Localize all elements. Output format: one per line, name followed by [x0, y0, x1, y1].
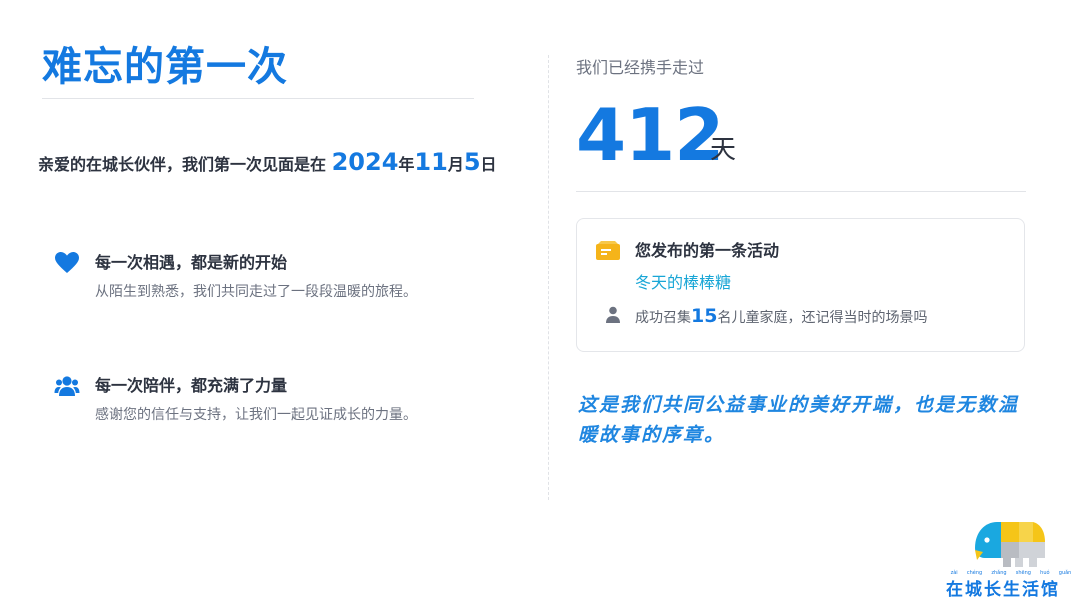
card-title: 您发布的第一条活动 — [635, 241, 780, 260]
closing-message: 这是我们共同公益事业的美好开端，也是无数温暖故事的序章。 — [578, 394, 1020, 446]
logo-text: 在城长生活馆 — [946, 580, 1060, 600]
stat-prefix: 成功召集 — [635, 310, 691, 326]
feature-desc: 感谢您的信任与支持，让我们一起见证成长的力量。 — [95, 407, 417, 423]
together-label: 我们已经携手走过 — [576, 58, 705, 77]
people-icon — [54, 373, 80, 399]
meeting-month: 11 — [414, 148, 448, 176]
feature-desc: 从陌生到熟悉，我们共同走过了一段段温暖的旅程。 — [95, 284, 417, 300]
logo-pinyin: zài chéng zhǎng shēng huó guǎn — [946, 570, 1076, 576]
elephant-logo — [973, 518, 1049, 568]
year-unit: 年 — [398, 155, 415, 174]
first-meeting-prefix: 亲爱的在城长伙伴，我们第一次见面是在 — [38, 155, 327, 174]
stat-suffix: 名儿童家庭，还记得当时的场景吗 — [717, 310, 928, 326]
column-divider — [548, 55, 549, 500]
pinyin-syllable: guǎn — [1058, 570, 1072, 576]
title-divider — [42, 98, 474, 99]
person-icon — [605, 306, 621, 324]
meeting-year: 2024 — [331, 148, 399, 176]
feature-title: 每一次相遇，都是新的开始 — [95, 253, 288, 272]
pinyin-syllable: zhǎng — [991, 570, 1007, 576]
activity-stat: 成功召集15名儿童家庭，还记得当时的场景吗 — [635, 303, 927, 331]
first-meeting-line: 亲爱的在城长伙伴，我们第一次见面是在 2024年11月5日 — [38, 142, 497, 185]
pinyin-syllable: chéng — [966, 570, 983, 576]
stat-count: 15 — [691, 305, 718, 327]
page-title: 难忘的第一次 — [42, 44, 288, 90]
pinyin-syllable: zài — [950, 570, 958, 576]
first-activity-card[interactable]: 您发布的第一条活动 冬天的棒棒糖 成功召集15名儿童家庭，还记得当时的场景吗 — [576, 218, 1025, 352]
pinyin-syllable: shēng — [1015, 570, 1031, 576]
heart-icon — [54, 250, 80, 276]
feature-title: 每一次陪伴，都充满了力量 — [95, 376, 288, 395]
days-count: 412 — [576, 93, 724, 177]
days-unit: 天 — [710, 135, 737, 165]
month-unit: 月 — [447, 155, 464, 174]
meeting-day: 5 — [463, 148, 481, 176]
pinyin-syllable: huó — [1040, 570, 1050, 576]
day-unit: 日 — [480, 155, 497, 174]
stats-divider — [576, 191, 1026, 192]
ticket-icon — [596, 241, 620, 261]
activity-name[interactable]: 冬天的棒棒糖 — [635, 271, 731, 295]
